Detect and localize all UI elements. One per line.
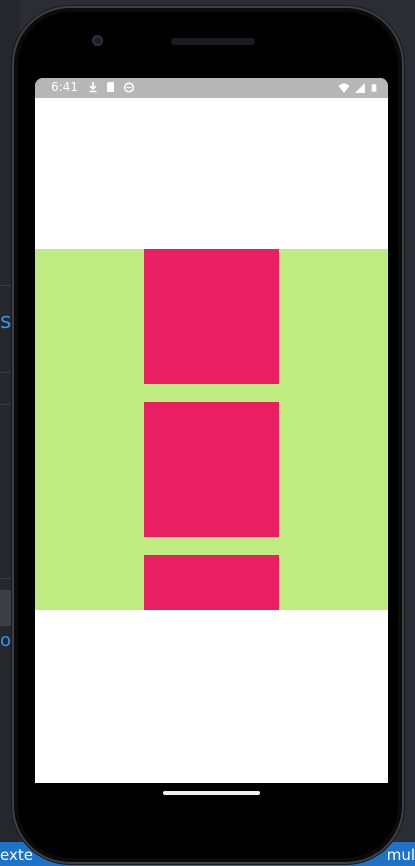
download-icon: [89, 82, 97, 93]
notification-icons: [87, 81, 135, 93]
pink-box-2: [144, 402, 279, 537]
pink-box-3: [144, 555, 279, 610]
ide-status-right-text[interactable]: mul: [387, 846, 415, 864]
device-screen: 6:41: [35, 78, 388, 783]
home-gesture-bar[interactable]: [163, 791, 260, 795]
wifi-icon: [338, 83, 350, 93]
ide-status-left-text[interactable]: exte: [0, 846, 33, 864]
status-time: 6:41: [51, 80, 78, 94]
ide-text-fragment: s: [0, 309, 12, 334]
app-content: [35, 98, 388, 783]
android-icon: [123, 82, 135, 93]
front-camera: [92, 35, 103, 46]
system-icons: [338, 82, 378, 94]
sd-card-icon: [107, 82, 114, 92]
android-status-bar: 6:41: [35, 78, 388, 98]
pink-box-1: [144, 249, 279, 384]
battery-icon: [371, 84, 377, 92]
ide-text-fragment: o: [0, 630, 12, 651]
cell-signal-icon: [355, 83, 365, 93]
green-container: [35, 249, 388, 610]
earpiece-speaker: [171, 38, 255, 45]
